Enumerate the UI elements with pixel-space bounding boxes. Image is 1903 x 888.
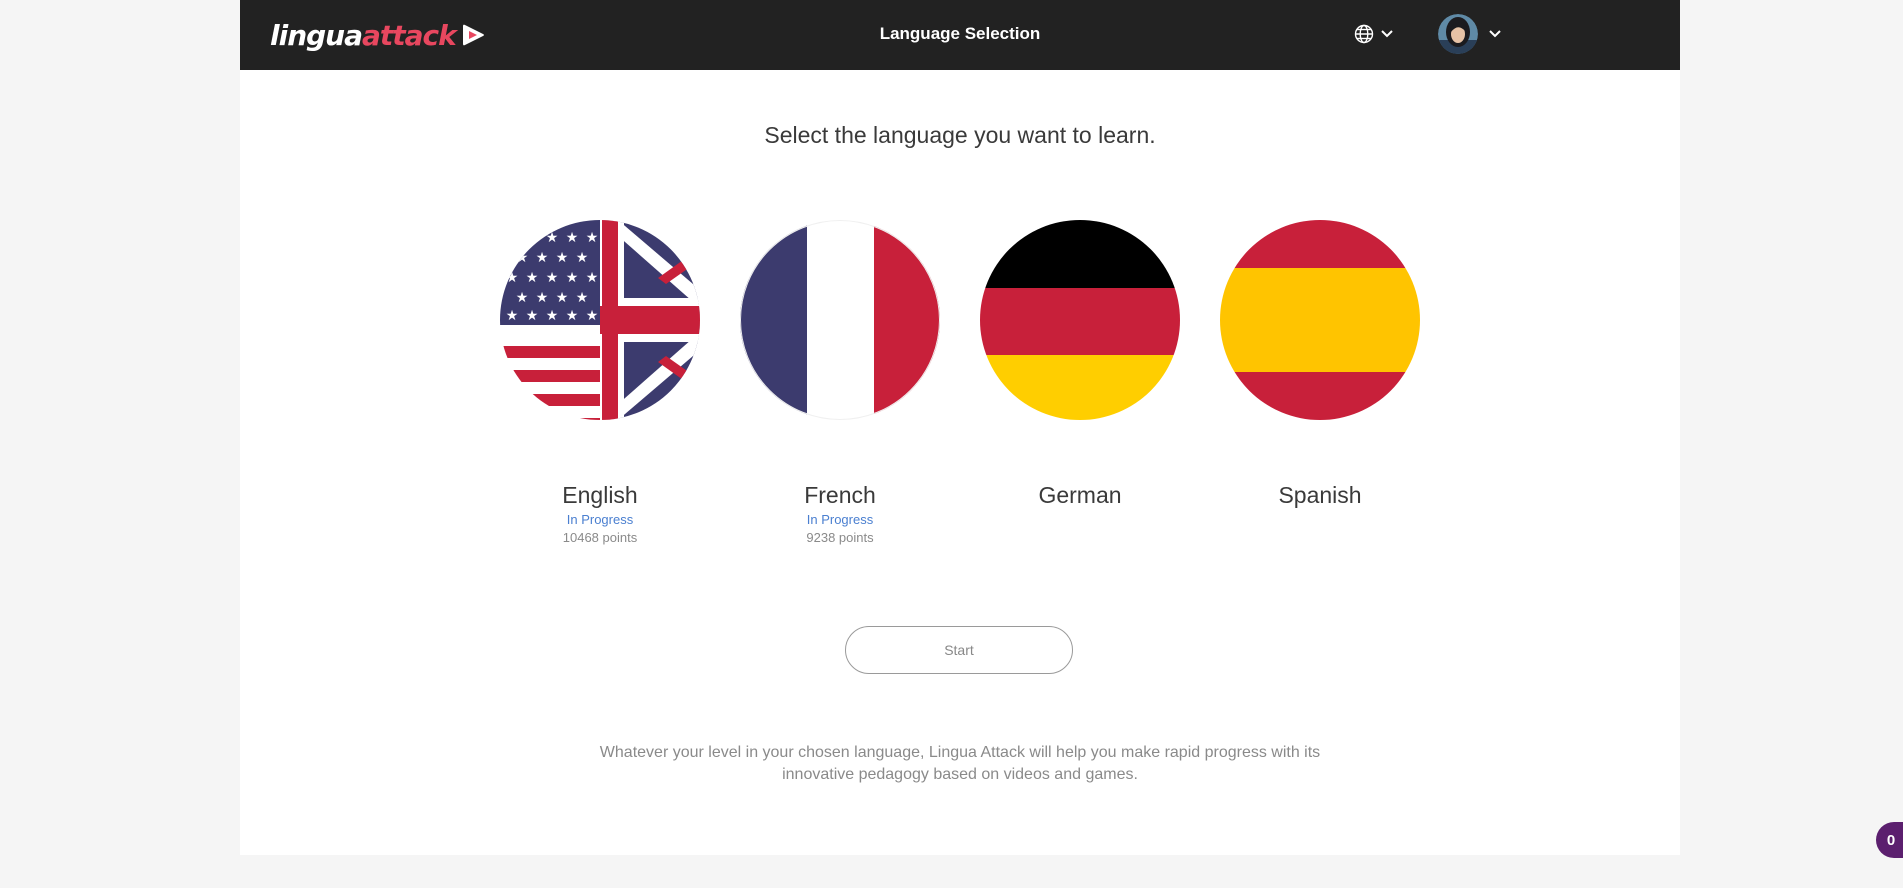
- svg-text:★: ★: [526, 270, 539, 286]
- language-name: German: [1038, 482, 1122, 508]
- language-name: Spanish: [1278, 482, 1362, 508]
- svg-text:★: ★: [566, 230, 579, 246]
- start-button[interactable]: Start: [845, 626, 1073, 674]
- svg-text:★: ★: [506, 270, 519, 286]
- us-uk-flag-icon: ★ ★ ★ ★ ★ ★ ★ ★ ★ ★ ★ ★ ★ ★ ★ ★ ★ ★ ★ ★ ★ ★ ★: [500, 220, 700, 420]
- svg-text:★: ★: [586, 230, 599, 246]
- svg-text:★: ★: [566, 270, 579, 286]
- language-card-english[interactable]: ★ ★ ★ ★ ★ ★ ★ ★ ★ ★ ★ ★ ★ ★ ★ ★ ★ ★ ★ ★ ★ ★ ★ English In P…: [500, 220, 700, 545]
- svg-text:★: ★: [526, 230, 539, 246]
- spain-flag-icon: [1220, 220, 1420, 420]
- svg-text:★: ★: [566, 308, 579, 324]
- description-text: Whatever your level in your chosen langu…: [599, 744, 1321, 783]
- page-heading: Select the language you want to learn.: [764, 122, 1156, 148]
- svg-text:★: ★: [506, 308, 519, 324]
- svg-text:★: ★: [586, 270, 599, 286]
- language-name: English: [562, 482, 638, 508]
- svg-text:★: ★: [576, 290, 589, 306]
- svg-text:★: ★: [546, 270, 559, 286]
- page-container: lingua attack Language Selection Select …: [240, 0, 1680, 855]
- user-menu[interactable]: [1438, 14, 1502, 54]
- svg-text:★: ★: [556, 290, 569, 306]
- chevron-down-icon: [1489, 30, 1501, 38]
- svg-text:★: ★: [556, 250, 569, 266]
- svg-text:★: ★: [576, 250, 589, 266]
- svg-text:★: ★: [516, 290, 529, 306]
- language-points: 10468 points: [562, 530, 638, 545]
- language-points: 9238 points: [806, 530, 874, 545]
- germany-flag-icon: [980, 220, 1180, 420]
- language-card-german[interactable]: German: [980, 220, 1180, 508]
- svg-text:★: ★: [536, 250, 549, 266]
- notification-badge[interactable]: 0: [1876, 822, 1903, 858]
- svg-text:★: ★: [516, 250, 529, 266]
- svg-text:★: ★: [526, 308, 539, 324]
- svg-text:★: ★: [546, 230, 559, 246]
- avatar: [1438, 14, 1478, 54]
- france-flag-icon: [740, 220, 940, 420]
- language-status: In Progress: [806, 512, 874, 527]
- language-status: In Progress: [566, 512, 634, 527]
- svg-text:★: ★: [586, 308, 599, 324]
- interface-language-switcher[interactable]: [1354, 24, 1394, 44]
- svg-text:★: ★: [536, 290, 549, 306]
- language-card-spanish[interactable]: Spanish: [1220, 220, 1420, 508]
- language-card-french[interactable]: French In Progress 9238 points: [740, 220, 940, 545]
- svg-text:★: ★: [546, 308, 559, 324]
- globe-icon: [1354, 24, 1374, 44]
- top-navigation-bar: lingua attack Language Selection: [240, 0, 1680, 70]
- svg-text:★: ★: [506, 230, 519, 246]
- chevron-down-icon: [1381, 30, 1393, 38]
- language-name: French: [804, 482, 876, 508]
